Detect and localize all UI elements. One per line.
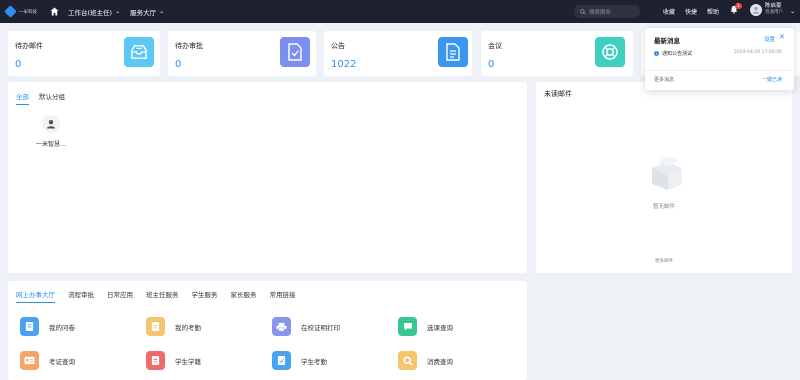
home-icon[interactable] (50, 7, 64, 16)
service-my-questionnaire[interactable]: 我的问卷 (20, 317, 75, 336)
notification-text: 通知公告测试 (662, 51, 693, 57)
search-icon (580, 8, 586, 15)
tab-teacher-service[interactable]: 班主任服务 (146, 289, 179, 303)
certificate-icon (20, 351, 39, 370)
tab-common-links[interactable]: 常用链接 (270, 289, 296, 303)
user-menu[interactable]: 陈启豪 普通用户 (750, 3, 783, 16)
stat-card-announcement[interactable]: 公告 1022 (324, 31, 472, 76)
chevron-down-icon: ⌄ (159, 8, 165, 15)
consumption-search-icon (398, 351, 417, 370)
mail-panel-title: 未读邮件 (544, 90, 572, 98)
service-label: 选课查询 (427, 323, 453, 332)
settings-link[interactable]: 设置 (764, 35, 775, 43)
service-my-attendance[interactable]: 我的考勤 (146, 317, 201, 336)
user-icon (47, 120, 55, 129)
inbox-icon (124, 37, 154, 67)
stat-value: 1022 (331, 59, 357, 70)
service-student-attendance[interactable]: 学生考勤 (272, 351, 327, 370)
printer-icon (272, 317, 291, 336)
service-label: 学生考勤 (301, 357, 327, 366)
approval-doc-icon (280, 37, 310, 67)
more-mail-link[interactable]: 更多邮件 (536, 258, 792, 264)
tab-workflow[interactable]: 流程审批 (68, 289, 94, 303)
top-bar: 一米科技 工作台(班主任) ⌄ 服务大厅 ⌄ 搜索服务 收藏 快捷 帮助 1 陈… (0, 0, 800, 23)
stat-value: 0 (15, 59, 22, 70)
service-label: 我的考勤 (175, 323, 201, 332)
service-label: 消费查询 (427, 357, 453, 366)
questionnaire-icon (20, 317, 39, 336)
unread-mail-panel: 未读邮件 暂无邮件 更多邮件 (536, 82, 792, 273)
service-consumption-query[interactable]: 消费查询 (398, 351, 453, 370)
student-attendance-icon (272, 351, 291, 370)
logo-mark-icon (4, 5, 17, 18)
search-input[interactable]: 搜索服务 (574, 5, 640, 18)
stat-value: 0 (488, 59, 495, 70)
tab-default-group[interactable]: 默认分组 (39, 91, 65, 105)
stat-value: 0 (175, 59, 182, 70)
stat-card-pending-approval[interactable]: 待办审批 0 (168, 31, 316, 76)
tab-student-service[interactable]: 学生服务 (192, 289, 218, 303)
nav-workbench-label: 工作台(班主任) (68, 8, 113, 17)
nav-service-hall-label: 服务大厅 (130, 8, 157, 17)
stat-card-pending-mail[interactable]: 待办邮件 0 (8, 31, 160, 76)
tab-online-hall[interactable]: 网上办事大厅 (16, 289, 55, 303)
logo[interactable]: 一米科技 (4, 5, 46, 18)
avatar (750, 3, 762, 16)
student-record-icon (146, 351, 165, 370)
notification-time: 2024-04-29 17:00:56 (734, 50, 782, 55)
notification-dropdown: 最新消息 设置 ✕ i 通知公告测试 2024-04-29 17:00:56 更… (645, 28, 794, 90)
document-icon (438, 37, 468, 67)
logo-text: 一米科技 (19, 9, 37, 15)
info-icon: i (654, 51, 659, 56)
service-label: 我的问卷 (49, 323, 75, 332)
contact-name: 一米智慧… (35, 141, 66, 148)
tab-daily-apps[interactable]: 日常应用 (107, 289, 133, 303)
tab-parent-service[interactable]: 家长服务 (231, 289, 257, 303)
avatar (42, 115, 60, 133)
nav-workbench[interactable]: 工作台(班主任) ⌄ (68, 7, 120, 17)
service-label: 学生学籍 (175, 357, 201, 366)
service-label: 在校证明打印 (301, 323, 340, 332)
service-course-query[interactable]: 选课查询 (398, 317, 453, 336)
user-icon (752, 6, 760, 14)
service-certificate-query[interactable]: 考证查询 (20, 351, 75, 370)
help-link[interactable]: 帮助 (707, 7, 719, 16)
search-placeholder: 搜索服务 (589, 9, 612, 16)
divider (645, 70, 794, 71)
chevron-down-icon[interactable]: ⌄ (790, 8, 795, 15)
chevron-down-icon: ⌄ (115, 8, 121, 15)
service-label: 考证查询 (49, 357, 75, 366)
user-name: 陈启豪 (765, 3, 782, 9)
services-panel: 网上办事大厅 流程审批 日常应用 班主任服务 学生服务 家长服务 常用链接 我的… (8, 281, 527, 380)
dropdown-title: 最新消息 (654, 37, 680, 45)
close-icon[interactable]: ✕ (779, 33, 785, 41)
notification-badge: 1 (735, 3, 742, 9)
shortcuts-link[interactable]: 快捷 (685, 7, 697, 16)
stat-title: 公告 (331, 42, 345, 50)
empty-box-icon (646, 154, 688, 192)
stat-card-meeting[interactable]: 会议 0 (481, 31, 633, 76)
notification-item[interactable]: i 通知公告测试 (654, 50, 692, 57)
nav-service-hall[interactable]: 服务大厅 ⌄ (130, 7, 164, 17)
course-query-icon (398, 317, 417, 336)
stat-title: 待办审批 (175, 42, 203, 50)
mail-empty-text: 暂无邮件 (652, 204, 675, 210)
more-messages-link[interactable]: 更多消息 (654, 76, 674, 83)
contacts-panel: 全部 默认分组 一米智慧… (8, 82, 527, 273)
lifebuoy-icon (595, 37, 625, 67)
mark-all-read-button[interactable]: 一键已读 (762, 76, 782, 83)
favorites-link[interactable]: 收藏 (663, 7, 675, 16)
user-role: 普通用户 (765, 10, 783, 15)
tab-all[interactable]: 全部 (16, 91, 29, 105)
contact-item[interactable]: 一米智慧… (28, 115, 74, 148)
stat-title: 会议 (488, 42, 502, 50)
stat-title: 待办邮件 (15, 42, 43, 50)
attendance-icon (146, 317, 165, 336)
service-proof-print[interactable]: 在校证明打印 (272, 317, 340, 336)
service-student-record[interactable]: 学生学籍 (146, 351, 201, 370)
